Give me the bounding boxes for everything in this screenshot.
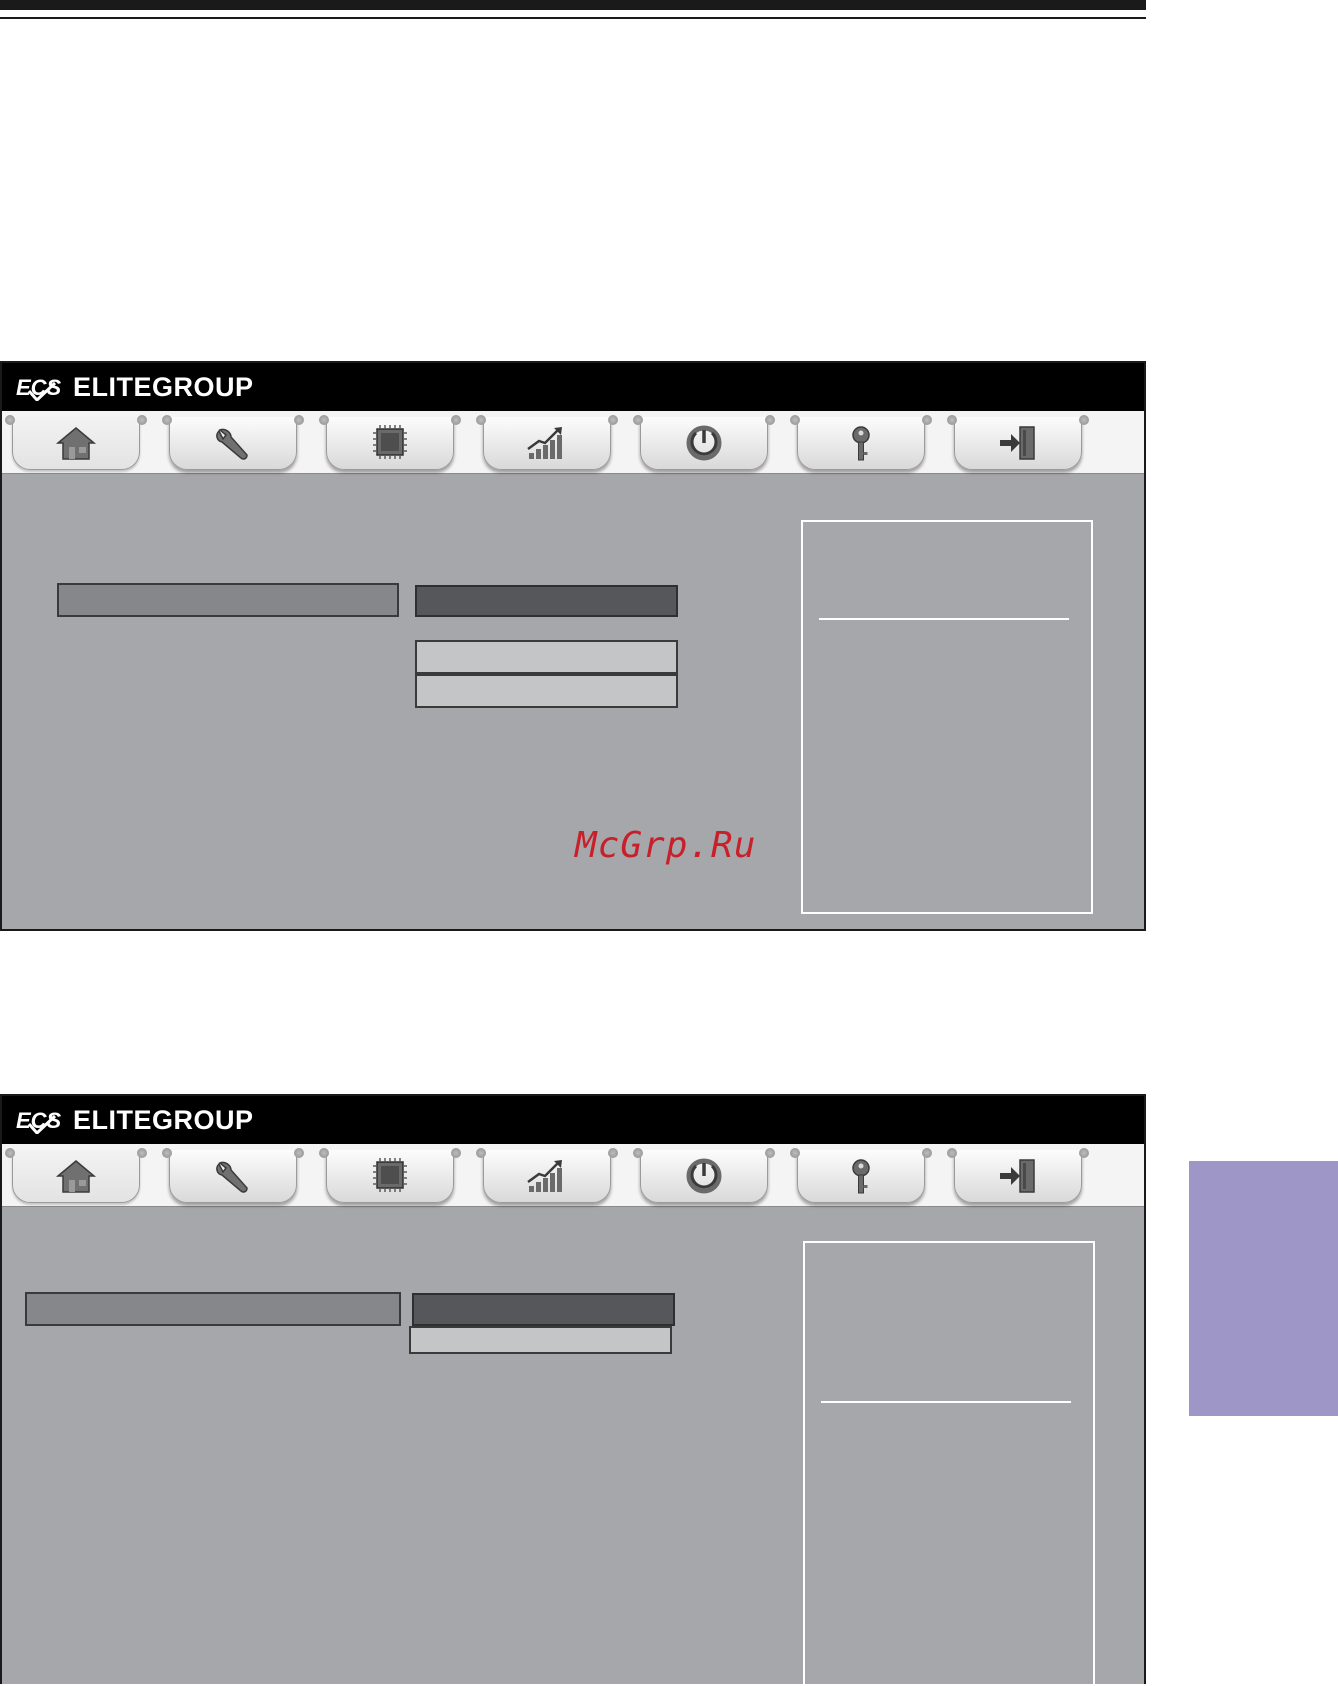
chip-icon: [368, 423, 412, 463]
tab-boot[interactable]: [633, 1148, 775, 1203]
power-icon: [682, 423, 726, 463]
home-icon: [54, 1156, 98, 1196]
power-icon: [682, 1156, 726, 1196]
brand-name: ELITEGROUP: [73, 1104, 254, 1135]
dropdown-option-1[interactable]: [415, 640, 678, 674]
ecs-logo: ELITEGROUP: [15, 1105, 254, 1135]
wrench-icon: [211, 1156, 255, 1196]
tab-m-i-b[interactable]: [476, 415, 618, 470]
menu-tab-strip: [2, 411, 1144, 474]
dropdown-option-1[interactable]: [409, 1326, 672, 1354]
tab-main[interactable]: [5, 415, 147, 470]
performance-chart-icon: [525, 1156, 569, 1196]
tab-chipset[interactable]: [319, 415, 461, 470]
bios-header: ELITEGROUP: [2, 1096, 1144, 1144]
ecs-logo-mark: [15, 373, 65, 401]
wrench-icon: [211, 423, 255, 463]
ecs-logo-mark: [15, 1106, 65, 1134]
setting-label-field[interactable]: [25, 1292, 401, 1326]
dropdown-option-2[interactable]: [415, 674, 678, 708]
setting-label-field[interactable]: [57, 583, 399, 617]
page-top-rule-thin: [0, 17, 1146, 19]
tab-exit[interactable]: [947, 415, 1089, 470]
help-panel: [803, 1241, 1095, 1686]
bios-screen-1: ELITEGROUP: [0, 361, 1146, 931]
exit-door-icon: [996, 1156, 1040, 1196]
chapter-side-tab: [1189, 1161, 1338, 1416]
home-icon: [54, 423, 98, 463]
ecs-logo: ELITEGROUP: [15, 372, 254, 402]
tab-boot[interactable]: [633, 415, 775, 470]
page-top-rule: [0, 0, 1146, 10]
performance-chart-icon: [525, 423, 569, 463]
key-icon: [839, 423, 883, 463]
chip-icon: [368, 1156, 412, 1196]
tab-main[interactable]: [5, 1148, 147, 1203]
tab-chipset[interactable]: [319, 1148, 461, 1203]
bios-header: ELITEGROUP: [2, 363, 1144, 411]
help-panel-separator: [821, 1401, 1071, 1403]
setting-value-field[interactable]: [412, 1293, 675, 1326]
tab-m-i-b[interactable]: [476, 1148, 618, 1203]
tab-advanced[interactable]: [162, 415, 304, 470]
setting-value-field[interactable]: [415, 585, 678, 617]
help-panel: [801, 520, 1093, 914]
bios-screen-2: ELITEGROUP: [0, 1094, 1146, 1686]
tab-security[interactable]: [790, 415, 932, 470]
tab-advanced[interactable]: [162, 1148, 304, 1203]
watermark: McGrp.Ru: [575, 825, 757, 866]
menu-tab-strip: [2, 1144, 1144, 1207]
brand-name: ELITEGROUP: [73, 371, 254, 402]
exit-door-icon: [996, 423, 1040, 463]
key-icon: [839, 1156, 883, 1196]
tab-security[interactable]: [790, 1148, 932, 1203]
tab-exit[interactable]: [947, 1148, 1089, 1203]
help-panel-separator: [819, 618, 1069, 620]
